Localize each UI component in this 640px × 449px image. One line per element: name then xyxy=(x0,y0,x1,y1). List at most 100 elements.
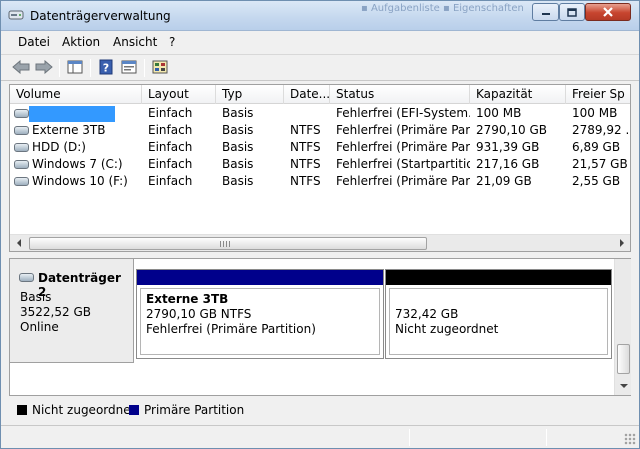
legend-item-unallocated: Nicht zugeordnet xyxy=(17,403,135,417)
column-header-volume[interactable]: Volume xyxy=(10,85,142,104)
table-row[interactable]: Externe 3TB Einfach Basis NTFS Fehlerfrei (P… xyxy=(10,122,631,139)
forward-arrow-icon xyxy=(35,59,53,77)
scroll-left-button[interactable] xyxy=(10,235,27,251)
disk-state: Online xyxy=(20,320,59,334)
legend-swatch xyxy=(17,405,27,415)
cell-filesystem xyxy=(284,105,330,122)
volume-list[interactable]: Volume Layout Typ Date... Status Kapazit… xyxy=(9,84,631,252)
column-header-capacity[interactable]: Kapazität xyxy=(470,85,566,104)
close-button[interactable] xyxy=(585,3,631,21)
close-icon xyxy=(602,7,614,17)
show-hide-console-tree-button[interactable] xyxy=(65,58,85,78)
cell-free-space: 2789,92 ... xyxy=(572,123,631,137)
back-arrow-icon xyxy=(12,59,30,77)
legend-label: Primäre Partition xyxy=(144,403,245,417)
menu-bar: Datei Aktion Ansicht ? xyxy=(1,32,639,53)
scroll-right-button[interactable] xyxy=(613,235,630,251)
volume-list-header: Volume Layout Typ Date... Status Kapazit… xyxy=(10,85,630,104)
minimize-button[interactable] xyxy=(532,3,559,21)
help-button[interactable]: ? xyxy=(96,58,116,78)
svg-text:?: ? xyxy=(103,61,109,74)
disk-type: Basis xyxy=(20,290,52,304)
column-header-status[interactable]: Status xyxy=(330,85,470,104)
vertical-scrollbar[interactable] xyxy=(614,259,631,395)
cell-layout: Einfach xyxy=(148,157,193,171)
disk-info-panel[interactable]: Datenträger 2 Basis 3522,52 GB Online xyxy=(10,259,134,363)
cell-layout: Einfach xyxy=(148,123,193,137)
partition-externe-3tb[interactable]: Externe 3TB 2790,10 GB NTFS Fehlerfrei (… xyxy=(136,269,384,359)
cell-capacity: 217,16 GB xyxy=(476,157,540,171)
window-title: Datenträgerverwaltung xyxy=(30,9,171,23)
partition-unallocated[interactable]: 732,42 GB Nicht zugeordnet xyxy=(385,269,612,359)
menu-help[interactable]: ? xyxy=(169,35,175,49)
cell-type: Basis xyxy=(222,157,254,171)
disk-settings-icon xyxy=(152,59,168,78)
horizontal-scrollbar[interactable] xyxy=(10,234,630,251)
back-button[interactable] xyxy=(11,58,31,78)
scroll-up-button[interactable] xyxy=(615,259,632,276)
cell-volume: Windows 7 (C:) xyxy=(32,157,123,171)
disk-settings-button[interactable] xyxy=(150,58,170,78)
horizontal-scroll-thumb[interactable] xyxy=(29,237,427,250)
minimize-icon xyxy=(541,8,551,16)
chevron-right-icon xyxy=(619,237,625,250)
table-row[interactable]: Windows 7 (C:) Einfach Basis NTFS Fehlerfrei… xyxy=(10,156,630,173)
partition-size-fs: 732,42 GB xyxy=(395,307,459,321)
cell-filesystem: NTFS xyxy=(290,140,321,154)
cell-capacity: 100 MB xyxy=(476,106,522,120)
partition-color-bar xyxy=(386,270,611,285)
partition-name xyxy=(395,292,602,307)
forward-button[interactable] xyxy=(34,58,54,78)
cell-capacity: 21,09 GB xyxy=(476,174,532,188)
cell-capacity: 931,39 GB xyxy=(476,140,540,154)
disk-size: 3522,52 GB xyxy=(20,305,91,319)
cell-filesystem: NTFS xyxy=(290,174,321,188)
cell-free-space: 2,55 GB xyxy=(572,174,621,188)
scroll-grip xyxy=(220,241,230,247)
status-bar-separator xyxy=(409,429,410,446)
maximize-button[interactable] xyxy=(559,3,585,21)
partition-status: Fehlerfrei (Primäre Partition) xyxy=(146,322,316,336)
chevron-left-icon xyxy=(16,237,22,250)
column-header-free-space[interactable]: Freier Sp xyxy=(566,85,630,104)
table-row[interactable]: Einfach Basis Fehlerfrei (EFI-System... 100… xyxy=(10,105,630,122)
menu-file[interactable]: Datei xyxy=(18,35,50,49)
cell-volume: Windows 10 (F:) xyxy=(32,174,128,188)
title-bar[interactable]: Datenträgerverwaltung ▪ Aufgabenliste ▪ … xyxy=(1,1,639,31)
help-icon: ? xyxy=(99,59,113,78)
cell-layout: Einfach xyxy=(148,106,193,120)
cell-capacity: 2790,10 GB xyxy=(476,123,547,137)
column-header-filesystem[interactable]: Date... xyxy=(284,85,330,104)
background-window-title: ▪ Aufgabenliste ▪ Eigenschaften xyxy=(361,3,524,14)
disk-graphical-view[interactable]: Datenträger 2 Basis 3522,52 GB Online Ex… xyxy=(9,258,631,396)
table-row[interactable]: HDD (D:) Einfach Basis NTFS Fehlerfrei (Prim… xyxy=(10,139,630,156)
menu-view[interactable]: Ansicht xyxy=(113,35,157,49)
cell-volume xyxy=(10,105,142,122)
status-bar xyxy=(1,425,639,448)
cell-layout: Einfach xyxy=(148,140,193,154)
legend-swatch xyxy=(129,405,139,415)
properties-button[interactable] xyxy=(119,58,139,78)
vertical-scroll-thumb[interactable] xyxy=(617,344,630,374)
toolbar: ? xyxy=(1,54,639,81)
legend-item-primary-partition: Primäre Partition xyxy=(129,403,244,417)
cell-type: Basis xyxy=(222,140,254,154)
column-header-type[interactable]: Typ xyxy=(216,85,284,104)
cell-status: Fehlerfrei (Primäre Par... xyxy=(336,174,470,188)
cell-volume: HDD (D:) xyxy=(32,140,86,154)
resize-grip[interactable] xyxy=(624,433,636,445)
cell-status: Fehlerfrei (Primäre Par... xyxy=(336,123,470,137)
table-row[interactable]: Windows 10 (F:) Einfach Basis NTFS Fehlerfre… xyxy=(10,173,630,190)
toolbar-separator xyxy=(90,59,91,77)
partition-name: Externe 3TB xyxy=(146,292,229,306)
disk-management-icon xyxy=(8,8,24,22)
status-bar-separator xyxy=(546,429,547,446)
partition-size-fs: 2790,10 GB NTFS xyxy=(146,307,252,321)
menu-action[interactable]: Aktion xyxy=(62,35,100,49)
column-header-layout[interactable]: Layout xyxy=(142,85,216,104)
toolbar-separator xyxy=(144,59,145,77)
disk-drive-icon xyxy=(19,273,34,282)
partition-status: Nicht zugeordnet xyxy=(395,322,499,336)
cell-status: Fehlerfrei (EFI-System... xyxy=(336,106,470,120)
scroll-down-button[interactable] xyxy=(615,377,632,394)
